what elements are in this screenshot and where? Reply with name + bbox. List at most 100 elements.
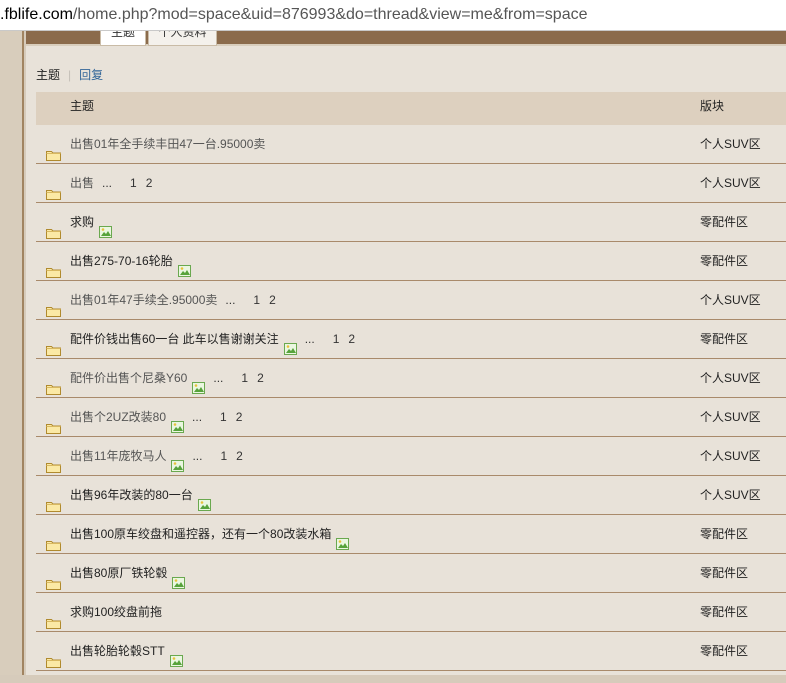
page-links: ... 1 2 (186, 410, 243, 424)
table-row: 出售275-70-16轮胎 零配件区 (36, 242, 786, 281)
page-content: 主题 个人资料 主题 | 回复 主题 版块 出售01年全手续丰田47一台.95000… (26, 31, 786, 675)
forum-link[interactable]: 个人SUV区 (700, 398, 761, 436)
page-link[interactable]: 1 (130, 176, 137, 190)
page-link[interactable]: 1 (220, 449, 227, 463)
page-links: ... 1 2 (219, 293, 276, 307)
folder-icon (46, 255, 61, 278)
forum-link[interactable]: 零配件区 (700, 632, 748, 670)
forum-link[interactable]: 零配件区 (700, 593, 748, 631)
page-link[interactable]: 1 (253, 293, 260, 307)
table-row: 出售轮胎轮毂STT 零配件区 (36, 632, 786, 671)
forum-link[interactable]: 个人SUV区 (700, 437, 761, 475)
forum-link[interactable]: 个人SUV区 (700, 281, 761, 319)
sub-navigation: 主题 | 回复 (36, 66, 103, 84)
thread-title-link[interactable]: 配件价出售个尼桑Y60 (70, 371, 187, 385)
thread-cell: 出售11年庞牧马人... 1 2 (70, 437, 244, 475)
folder-icon (46, 372, 61, 395)
thread-title-link[interactable]: 出售80原厂铁轮毂 (70, 566, 167, 580)
page-ellipsis: ... (192, 410, 203, 424)
table-row: 配件价出售个尼桑Y60... 1 2 个人SUV区 (36, 359, 786, 398)
table-row: 求购100绞盘前拖 零配件区 (36, 593, 786, 632)
folder-icon (46, 216, 61, 239)
page-ellipsis: ... (192, 449, 203, 463)
page-link[interactable]: 1 (220, 410, 227, 424)
forum-link[interactable]: 零配件区 (700, 320, 748, 358)
table-row: 出售11年庞牧马人... 1 2 个人SUV区 (36, 437, 786, 476)
image-attachment-icon (177, 254, 191, 278)
page-links: ... 1 2 (96, 176, 153, 190)
forum-link[interactable]: 个人SUV区 (700, 476, 761, 514)
page-link[interactable]: 2 (257, 371, 264, 385)
subnav-separator: | (68, 68, 72, 82)
thread-title-link[interactable]: 出售100原车绞盘和遥控器，还有一个80改装水箱 (70, 527, 331, 541)
table-row: 出售100原车绞盘和遥控器，还有一个80改装水箱 零配件区 (36, 515, 786, 554)
thread-title-link[interactable]: 出售01年47手续全.95000卖 (70, 293, 217, 307)
thread-title-link[interactable]: 配件价钱出售60一台 此车以售谢谢关注 (70, 332, 279, 346)
header-forum: 版块 (700, 99, 725, 113)
image-attachment-icon (171, 410, 185, 434)
forum-link[interactable]: 零配件区 (700, 242, 748, 280)
subnav-replies-link[interactable]: 回复 (79, 68, 103, 82)
header-topic: 主题 (70, 99, 95, 113)
thread-title-link[interactable]: 出售轮胎轮毂STT (70, 644, 165, 658)
thread-cell: 出售01年47手续全.95000卖... 1 2 (70, 281, 277, 319)
thread-title-link[interactable]: 出售96年改装的80一台 (70, 488, 193, 502)
thread-table: 主题 版块 出售01年全手续丰田47一台.95000卖 个人SUV区 出售... 1 2… (36, 92, 786, 671)
image-attachment-icon (197, 488, 211, 512)
folder-icon (46, 528, 61, 551)
forum-link[interactable]: 零配件区 (700, 515, 748, 553)
forum-link[interactable]: 零配件区 (700, 554, 748, 592)
thread-cell: 出售01年全手续丰田47一台.95000卖 (70, 125, 265, 163)
thread-title-link[interactable]: 出售个2UZ改装80 (70, 410, 166, 424)
thread-title-link[interactable]: 出售275-70-16轮胎 (70, 254, 173, 268)
folder-icon (46, 333, 61, 356)
thread-cell: 出售100原车绞盘和遥控器，还有一个80改装水箱 (70, 515, 350, 553)
tab-profile[interactable]: 个人资料 (148, 31, 217, 46)
thread-cell: 出售个2UZ改装80... 1 2 (70, 398, 243, 436)
page-link[interactable]: 2 (146, 176, 153, 190)
table-row: 出售96年改装的80一台 个人SUV区 (36, 476, 786, 515)
page-link[interactable]: 1 (333, 332, 340, 346)
table-header: 主题 版块 (36, 92, 786, 125)
image-attachment-icon (169, 644, 183, 668)
thread-title-link[interactable]: 求购100绞盘前拖 (70, 605, 162, 619)
table-row: 求购 零配件区 (36, 203, 786, 242)
thread-title-link[interactable]: 出售11年庞牧马人 (70, 449, 166, 463)
table-row: 配件价钱出售60一台 此车以售谢谢关注 ... 1 2 零配件区 (36, 320, 786, 359)
table-row: 出售80原厂铁轮毂 零配件区 (36, 554, 786, 593)
page-links: ... 1 2 (299, 332, 356, 346)
page-ellipsis: ... (225, 293, 236, 307)
thread-title-link[interactable]: 求购 (70, 215, 94, 229)
folder-icon (46, 177, 61, 200)
url-path: /home.php?mod=space&uid=876993&do=thread… (72, 6, 588, 23)
image-attachment-icon (171, 449, 185, 473)
thread-cell: 配件价钱出售60一台 此车以售谢谢关注 ... 1 2 (70, 320, 356, 358)
table-row: 出售01年全手续丰田47一台.95000卖 个人SUV区 (36, 125, 786, 164)
image-attachment-icon (336, 527, 350, 551)
page-link[interactable]: 2 (236, 449, 243, 463)
thread-cell: 出售80原厂铁轮毂 (70, 554, 186, 592)
thread-cell: 出售96年改装的80一台 (70, 476, 211, 514)
page-link[interactable]: 2 (269, 293, 276, 307)
forum-link[interactable]: 个人SUV区 (700, 125, 761, 163)
thread-title-link[interactable]: 出售01年全手续丰田47一台.95000卖 (70, 137, 265, 151)
image-attachment-icon (192, 371, 206, 395)
subnav-topics[interactable]: 主题 (36, 68, 60, 82)
folder-icon (46, 294, 61, 317)
folder-icon (46, 411, 61, 434)
forum-link[interactable]: 零配件区 (700, 203, 748, 241)
thread-cell: 求购 (70, 203, 113, 241)
page-link[interactable]: 2 (348, 332, 355, 346)
table-row: 出售个2UZ改装80... 1 2 个人SUV区 (36, 398, 786, 437)
forum-link[interactable]: 个人SUV区 (700, 359, 761, 397)
forum-link[interactable]: 个人SUV区 (700, 164, 761, 202)
tab-bar: 主题 个人资料 (26, 31, 786, 46)
page-ellipsis: ... (213, 371, 224, 385)
page-link[interactable]: 2 (236, 410, 243, 424)
page-link[interactable]: 1 (241, 371, 248, 385)
tab-topics[interactable]: 主题 (100, 31, 146, 46)
thread-cell: 出售轮胎轮毂STT (70, 632, 183, 670)
thread-title-link[interactable]: 出售 (70, 176, 94, 190)
page-ellipsis: ... (102, 176, 113, 190)
address-bar[interactable]: .fblife.com/home.php?mod=space&uid=87699… (0, 0, 786, 31)
